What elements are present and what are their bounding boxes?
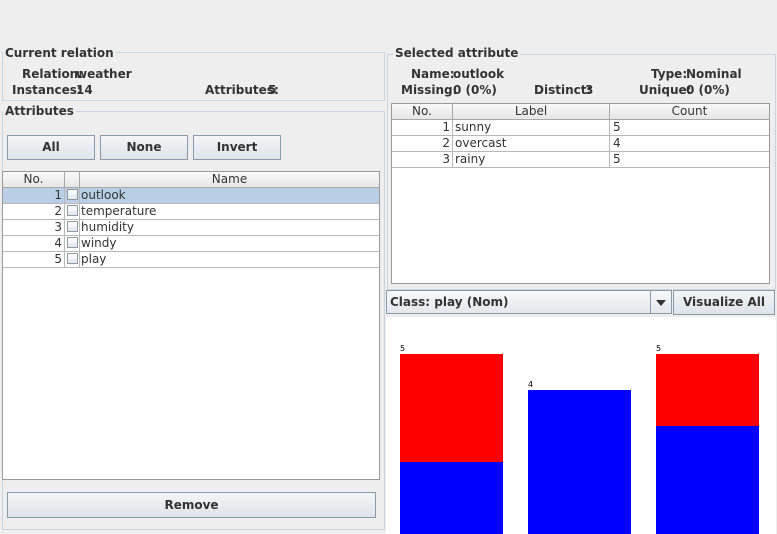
label-row-count: 4 (613, 136, 621, 150)
label-row-no: 3 (392, 152, 453, 167)
attribute-row-checkbox-cell[interactable] (65, 220, 80, 235)
class-distribution-chart: 5 4 5 (386, 317, 776, 534)
invert-selection-button[interactable]: Invert (193, 135, 281, 160)
labels-col-count[interactable]: Count (610, 104, 769, 120)
relation-label: Relation: (22, 67, 84, 81)
attribute-row-windy[interactable]: 4 windy (3, 236, 379, 252)
name-label: Name: (411, 67, 455, 81)
attribute-checkbox[interactable] (67, 221, 78, 232)
label-row-no: 1 (392, 120, 453, 135)
bar-rainy-segment-0 (656, 426, 759, 534)
visualize-all-button[interactable]: Visualize All (673, 290, 775, 315)
bar-total-label-overcast: 4 (528, 380, 533, 389)
attribute-row-no: 3 (3, 220, 65, 235)
distinct-value: 3 (585, 83, 594, 97)
attribute-row-name: windy (81, 236, 117, 250)
attribute-checkbox[interactable] (67, 237, 78, 248)
attributes-title: Attributes (3, 104, 76, 118)
current-relation-title: Current relation (3, 46, 116, 60)
labels-col-no[interactable]: No. (392, 104, 453, 120)
attribute-row-name: outlook (81, 188, 126, 202)
attribute-row-checkbox-cell[interactable] (65, 188, 80, 203)
bar-rainy-segment-1 (656, 354, 759, 426)
name-value: outlook (453, 67, 505, 81)
label-row-label: sunny (453, 120, 610, 135)
attribute-row-no: 5 (3, 252, 65, 267)
attribute-row-no: 2 (3, 204, 65, 219)
labels-col-label[interactable]: Label (453, 104, 610, 120)
selected-attribute-title: Selected attribute (393, 46, 521, 60)
attribute-row-play[interactable]: 5 play (3, 252, 379, 268)
label-row-rainy[interactable]: 3 rainy 5 (392, 152, 769, 168)
type-value: Nominal (686, 67, 742, 81)
attribute-row-name: humidity (81, 220, 134, 234)
attribute-row-checkbox-cell[interactable] (65, 204, 80, 219)
instances-label: Instances: (12, 83, 82, 97)
attribute-row-checkbox-cell[interactable] (65, 236, 80, 251)
label-row-label: rainy (453, 152, 610, 167)
attributes-col-name[interactable]: Name (80, 172, 379, 188)
bar-total-label-rainy: 5 (656, 344, 661, 353)
attribute-row-no: 1 (3, 188, 65, 203)
bar-total-label-sunny: 5 (400, 344, 405, 353)
distinct-label: Distinct: (534, 83, 592, 97)
chevron-down-icon[interactable] (650, 291, 671, 313)
bar-sunny-segment-1 (400, 354, 503, 462)
class-select-value: Class: play (Nom) (390, 295, 509, 309)
attribute-row-name: temperature (81, 204, 157, 218)
unique-value: 0 (0%) (686, 83, 730, 97)
select-all-button[interactable]: All (7, 135, 95, 160)
unique-label: Unique: (639, 83, 692, 97)
attribute-checkbox[interactable] (67, 189, 78, 200)
label-row-count: 5 (613, 152, 621, 166)
class-select[interactable]: Class: play (Nom) (386, 290, 672, 314)
relation-value: weather (76, 67, 132, 81)
attributes-col-no[interactable]: No. (3, 172, 65, 188)
label-row-sunny[interactable]: 1 sunny 5 (392, 120, 769, 136)
missing-value: 0 (0%) (453, 83, 497, 97)
select-none-button[interactable]: None (100, 135, 188, 160)
attribute-row-outlook[interactable]: 1 outlook (3, 188, 379, 204)
bar-overcast-segment-0 (528, 390, 631, 534)
remove-button[interactable]: Remove (7, 492, 376, 518)
bar-sunny-segment-0 (400, 462, 503, 534)
attribute-row-humidity[interactable]: 3 humidity (3, 220, 379, 236)
attributes-count-value: 5 (268, 83, 277, 97)
attribute-checkbox[interactable] (67, 253, 78, 264)
label-row-label: overcast (453, 136, 610, 151)
attribute-row-no: 4 (3, 236, 65, 251)
label-row-no: 2 (392, 136, 453, 151)
instances-value: 14 (76, 83, 93, 97)
attribute-row-checkbox-cell[interactable] (65, 252, 80, 267)
type-label: Type: (651, 67, 688, 81)
attribute-checkbox[interactable] (67, 205, 78, 216)
attributes-col-check (65, 172, 80, 188)
attribute-row-name: play (81, 252, 107, 266)
attributes-table: No. Name 1 outlook 2 temperature 3 humidity 4 w… (2, 171, 380, 480)
missing-label: Missing: (401, 83, 458, 97)
attribute-row-temperature[interactable]: 2 temperature (3, 204, 379, 220)
labels-table: No. Label Count 1 sunny 5 2 overcast 4 3 rainy 5 (391, 103, 770, 284)
label-row-count: 5 (613, 120, 621, 134)
label-row-overcast[interactable]: 2 overcast 4 (392, 136, 769, 152)
